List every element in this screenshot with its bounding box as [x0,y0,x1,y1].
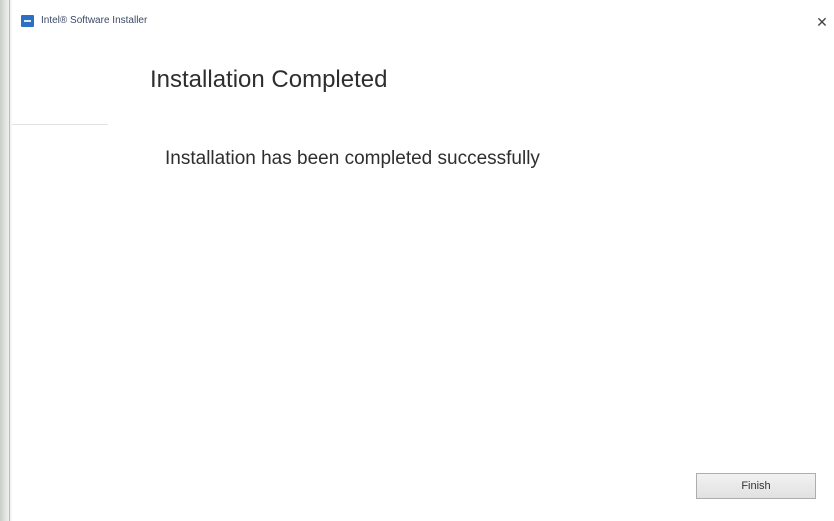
finish-button[interactable]: Finish [696,473,816,499]
header-panel [12,36,108,125]
installer-window: Intel® Software Installer ✕ Installation… [0,0,834,521]
background-edge [0,0,12,521]
close-icon[interactable]: ✕ [814,14,830,30]
page-title: Installation Completed [150,66,388,93]
status-message: Installation has been completed successf… [165,148,540,169]
title-bar: Intel® Software Installer ✕ [12,8,834,36]
app-icon [21,15,34,27]
window-title: Intel® Software Installer [41,15,148,26]
